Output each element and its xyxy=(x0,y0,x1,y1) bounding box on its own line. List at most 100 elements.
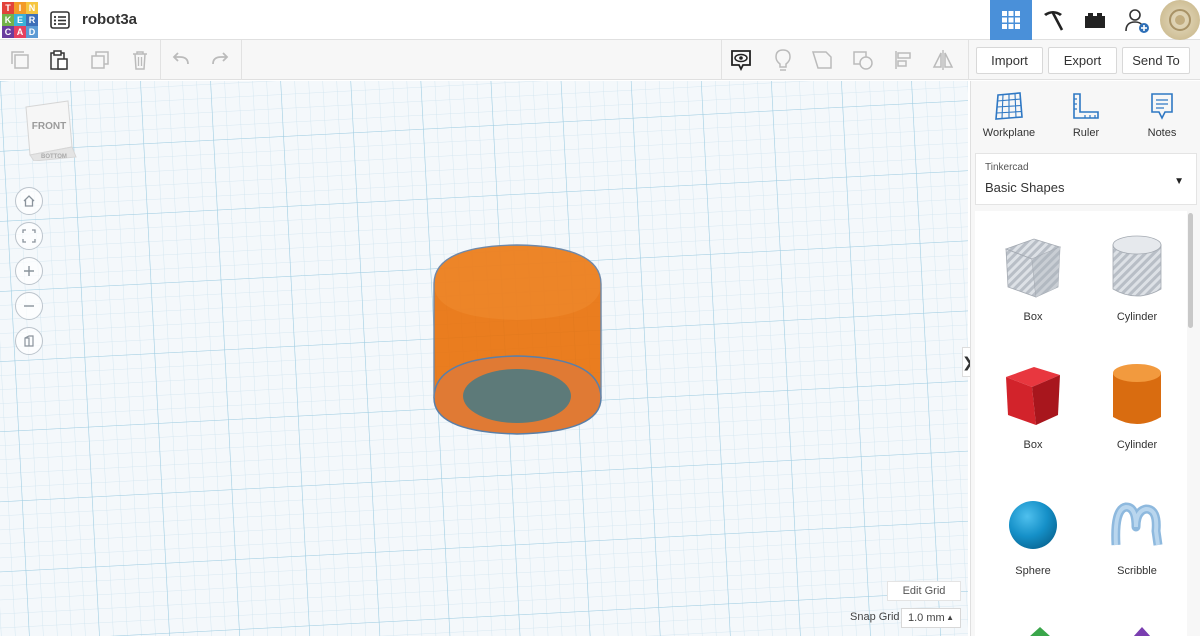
shape-box-hole[interactable]: Box xyxy=(983,231,1083,323)
box-hole-icon xyxy=(1004,238,1062,298)
cylinder-hole-icon xyxy=(1112,235,1162,297)
shape-sphere[interactable]: Sphere xyxy=(983,489,1083,577)
duplicate-button[interactable] xyxy=(88,48,112,72)
workplane-viewport[interactable]: FRONT BOTTOM Edit Grid Snap Grid 1.0 mm … xyxy=(0,81,968,636)
shape-label: Box xyxy=(1023,439,1043,451)
lightbulb-button[interactable] xyxy=(771,48,795,72)
logo-letter: C xyxy=(2,25,14,38)
align-button[interactable] xyxy=(892,48,916,72)
logo-letter: N xyxy=(26,1,38,14)
project-title[interactable]: robot3a xyxy=(82,11,137,28)
zoom-out-button[interactable] xyxy=(15,292,43,320)
bricks-icon xyxy=(1085,13,1105,28)
design-list-icon[interactable] xyxy=(50,10,70,29)
view-cube[interactable]: FRONT BOTTOM xyxy=(22,99,78,161)
logo-letter: I xyxy=(14,1,26,14)
tinkercad-logo[interactable]: T I N K E R C A D xyxy=(2,1,38,38)
home-view-button[interactable] xyxy=(15,187,43,215)
viewcube-front-label: FRONT xyxy=(32,121,66,132)
ruler-tool-label: Ruler xyxy=(1072,127,1100,139)
shape-scribble[interactable]: Scribble xyxy=(1087,489,1187,577)
send-to-button[interactable]: Send To xyxy=(1122,47,1190,74)
delete-icon xyxy=(133,51,147,70)
export-button[interactable]: Export xyxy=(1048,47,1117,74)
ungroup-button[interactable] xyxy=(851,48,875,72)
logo-letter: K xyxy=(2,13,14,26)
cylinder-solid-icon xyxy=(1113,364,1161,424)
workplane-tool-label: Workplane xyxy=(982,127,1036,139)
zoom-in-button[interactable] xyxy=(15,257,43,285)
shape-label: Box xyxy=(1023,311,1043,323)
zoom-in-icon xyxy=(24,266,34,276)
import-button[interactable]: Import xyxy=(976,47,1043,74)
cone-partial-icon xyxy=(1133,627,1151,636)
logo-letter: A xyxy=(14,25,26,38)
logo-letter: E xyxy=(14,13,26,26)
sphere-icon xyxy=(1009,501,1057,549)
shape-palette-scrollbar[interactable] xyxy=(1188,213,1193,328)
copy-icon xyxy=(11,51,29,69)
fit-view-button[interactable] xyxy=(15,222,43,250)
avatar-emblem-icon xyxy=(1169,9,1191,31)
mirror-button[interactable] xyxy=(931,48,955,72)
fit-view-icon xyxy=(22,229,36,243)
ortho-view-icon xyxy=(24,335,34,347)
shape-label: Sphere xyxy=(1015,565,1051,577)
cylinder-object[interactable] xyxy=(425,236,610,441)
lightbulb-icon xyxy=(775,49,791,71)
undo-button[interactable] xyxy=(169,48,193,72)
ortho-view-button[interactable] xyxy=(15,327,43,355)
library-source-label: Tinkercad xyxy=(985,162,1029,173)
ungroup-icon xyxy=(853,51,873,70)
group-icon xyxy=(811,51,832,69)
viewcube-bottom-label: BOTTOM xyxy=(41,154,67,160)
shape-label: Cylinder xyxy=(1116,311,1158,323)
logo-letter: T xyxy=(2,1,14,14)
workplane-icon xyxy=(995,92,1023,120)
duplicate-icon xyxy=(91,51,109,69)
notes-tool[interactable]: Notes xyxy=(1127,91,1197,139)
notes-icon xyxy=(1151,93,1173,120)
redo-icon xyxy=(212,52,229,65)
shape-cylinder-solid[interactable]: Cylinder xyxy=(1087,359,1187,451)
user-avatar[interactable] xyxy=(1160,0,1200,40)
shape-palette: Box Cylinder Box Cylinder Sphere Scribbl… xyxy=(975,211,1187,636)
copy-button[interactable] xyxy=(8,48,32,72)
redo-button[interactable] xyxy=(208,48,232,72)
add-user-icon xyxy=(1125,9,1149,33)
shape-box-solid[interactable]: Box xyxy=(983,359,1083,451)
library-name: Basic Shapes xyxy=(985,180,1065,195)
snap-grid-label: Snap Grid xyxy=(850,611,900,623)
notes-visibility-icon xyxy=(731,50,751,72)
box-solid-icon xyxy=(1006,367,1060,425)
minecraft-button[interactable] xyxy=(1032,0,1074,40)
pickaxe-icon xyxy=(1044,11,1064,31)
shape-cylinder-hole[interactable]: Cylinder xyxy=(1087,231,1187,323)
bricks-button[interactable] xyxy=(1074,0,1116,40)
edit-grid-button[interactable]: Edit Grid xyxy=(887,581,961,601)
add-user-button[interactable] xyxy=(1116,0,1158,40)
ruler-tool[interactable]: Ruler xyxy=(1051,91,1121,139)
scribble-icon xyxy=(1111,502,1163,546)
3d-design-grid-icon xyxy=(1002,11,1020,29)
ruler-icon xyxy=(1073,93,1099,119)
3d-design-grid-button[interactable] xyxy=(990,0,1032,40)
edit-toolbar: Import Export Send To xyxy=(0,40,1200,80)
workplane-tool[interactable]: Workplane xyxy=(974,91,1044,139)
mirror-icon xyxy=(932,50,954,70)
paste-button[interactable] xyxy=(47,48,71,72)
notes-visibility-button[interactable] xyxy=(729,48,753,72)
snap-grid-value: 1.0 mm xyxy=(908,612,945,624)
shape-library-dropdown[interactable]: Tinkercad Basic Shapes ▼ xyxy=(975,153,1197,205)
paste-icon xyxy=(50,50,68,70)
align-icon xyxy=(895,51,911,69)
logo-letter: D xyxy=(26,25,38,38)
snap-grid-select[interactable]: 1.0 mm ▲ xyxy=(901,608,961,628)
notes-tool-label: Notes xyxy=(1147,127,1177,139)
shape-label: Cylinder xyxy=(1116,439,1158,451)
chevron-down-icon: ▼ xyxy=(1174,176,1184,187)
delete-button[interactable] xyxy=(128,48,152,72)
home-view-icon xyxy=(23,195,35,207)
logo-letter: R xyxy=(26,13,38,26)
group-button[interactable] xyxy=(810,48,834,72)
